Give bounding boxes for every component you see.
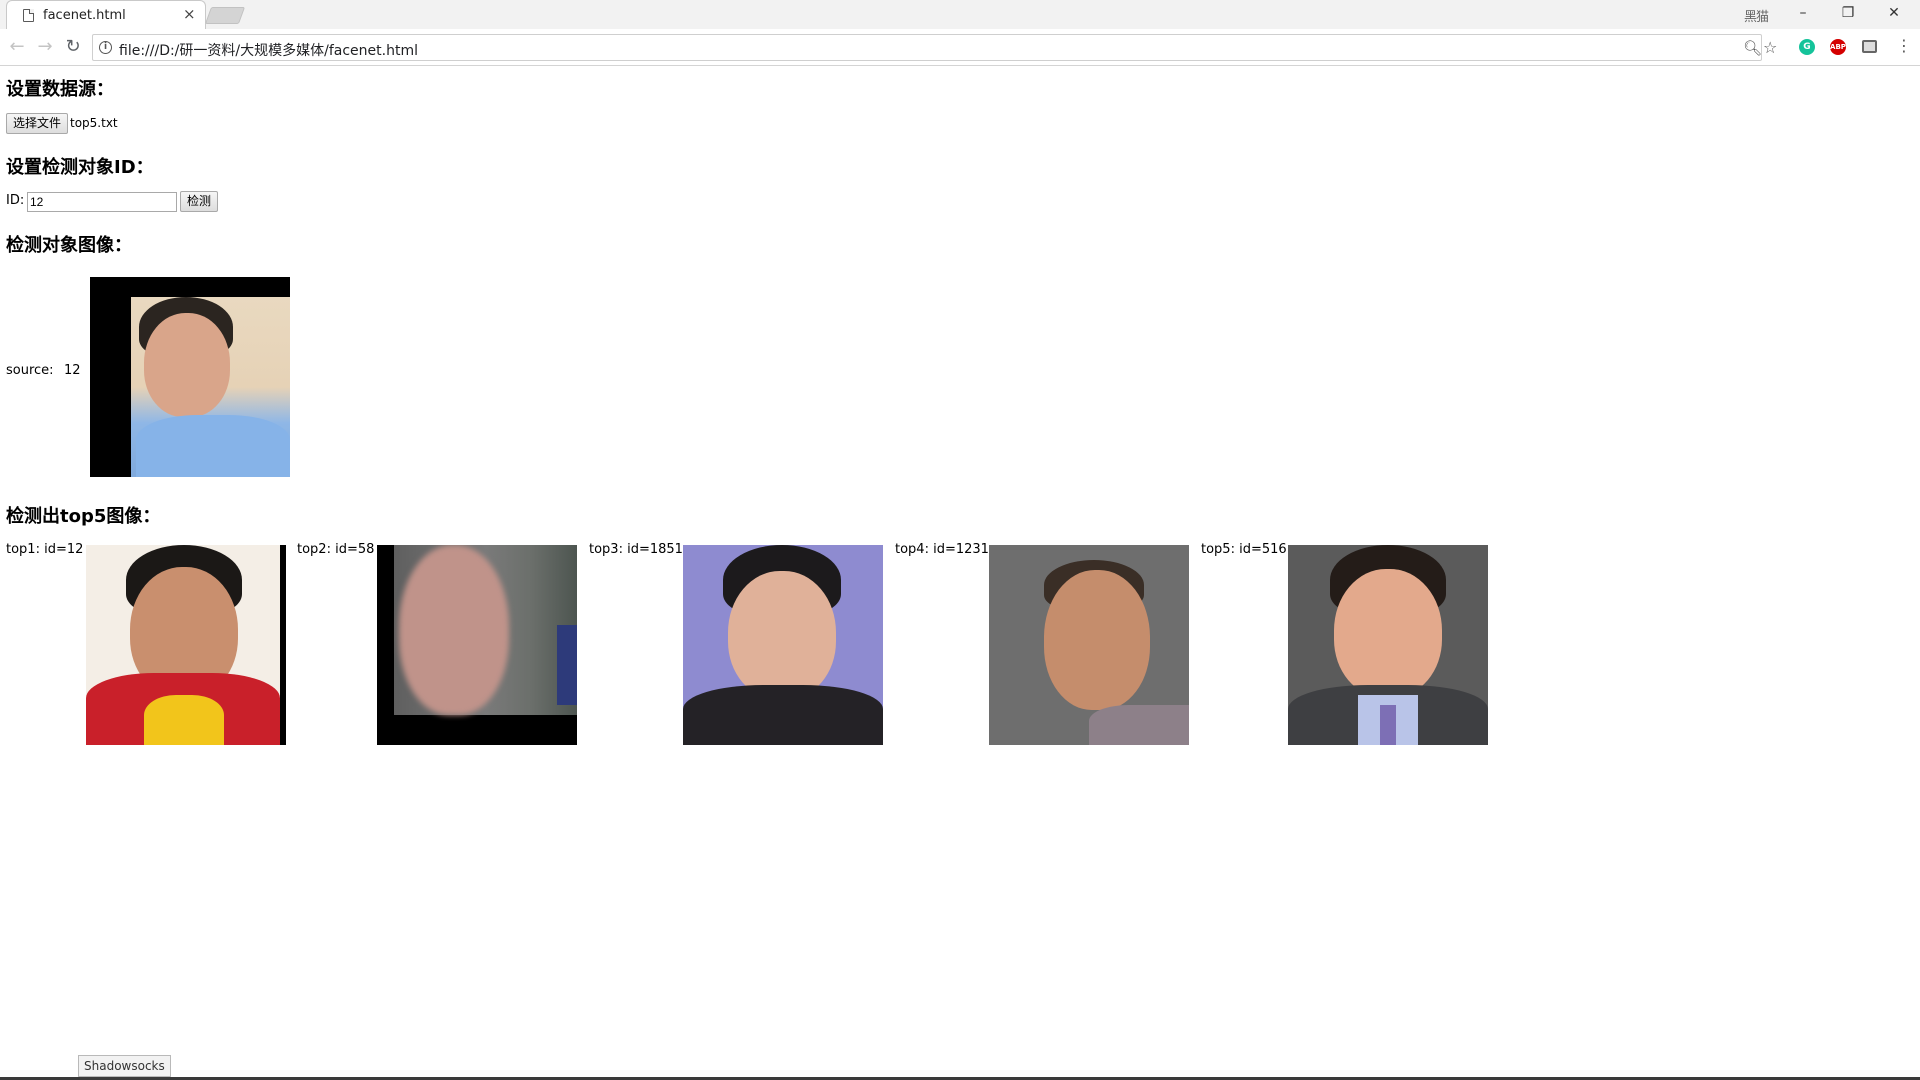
profile-user-label[interactable]: 黑猫 [1744,6,1769,25]
page-content: 设置数据源： 选择文件 top5.txt 设置检测对象ID： ID: 检测 检测… [0,67,1920,1077]
result-label-2: top2: id=58 [297,542,375,557]
minimize-button[interactable]: – [1781,0,1825,29]
bookmark-star-icon[interactable]: ☆ [1763,38,1777,57]
result-image-5 [1288,545,1488,745]
new-tab-button[interactable] [204,7,246,24]
result-image-2 [377,545,577,745]
adblock-icon[interactable]: ABP [1830,39,1846,55]
file-name: top5.txt [70,116,118,130]
forward-button[interactable]: → [34,36,56,58]
source-image [90,277,290,477]
result-label-5: top5: id=516 [1201,542,1287,557]
result-label-3: top3: id=1851 [589,542,683,557]
target-image-heading: 检测对象图像： [6,235,132,256]
result-label-1: top1: id=12 [6,542,84,557]
tab-strip: facenet.html × 黑猫 – ❐ ✕ [0,0,1920,29]
result-label-4: top4: id=1231 [895,542,989,557]
result-image-3 [683,545,883,745]
tab-title: facenet.html [43,8,126,23]
id-label: ID: [6,193,25,208]
choose-file-button[interactable]: 选择文件 [6,113,69,134]
target-id-heading: 设置检测对象ID： [6,157,154,178]
menu-icon[interactable]: ⋮ [1896,36,1912,55]
browser-toolbar: ← → ↻ i file:///D:/研一资料/大规模多媒体/facenet.h… [0,29,1920,66]
tab-facenet[interactable]: facenet.html × [6,0,206,29]
file-icon [23,9,34,22]
zoom-icon[interactable]: 🔍︎ [1743,39,1762,57]
back-button[interactable]: ← [6,36,28,58]
url-text[interactable]: file:///D:/研一资料/大规模多媒体/facenet.html [119,40,418,60]
reload-button[interactable]: ↻ [62,36,84,58]
close-window-button[interactable]: ✕ [1872,0,1916,29]
result-image-4 [989,545,1189,745]
grammarly-icon[interactable]: G [1799,39,1815,55]
source-label: source: [6,363,54,378]
result-image-1 [86,545,286,745]
id-input[interactable] [27,192,177,212]
datasource-heading: 设置数据源： [6,79,114,100]
detect-button[interactable]: 检测 [180,191,219,212]
tab-close-icon[interactable]: × [183,6,196,22]
results-heading: 检测出top5图像： [6,506,161,527]
status-bubble: Shadowsocks [78,1055,171,1077]
restore-button[interactable]: ❐ [1826,0,1870,29]
source-value: 12 [64,363,81,378]
address-bar[interactable]: i file:///D:/研一资料/大规模多媒体/facenet.html 🔍︎… [92,34,1777,61]
extension-icon[interactable] [1862,40,1877,53]
info-icon[interactable]: i [99,41,112,54]
